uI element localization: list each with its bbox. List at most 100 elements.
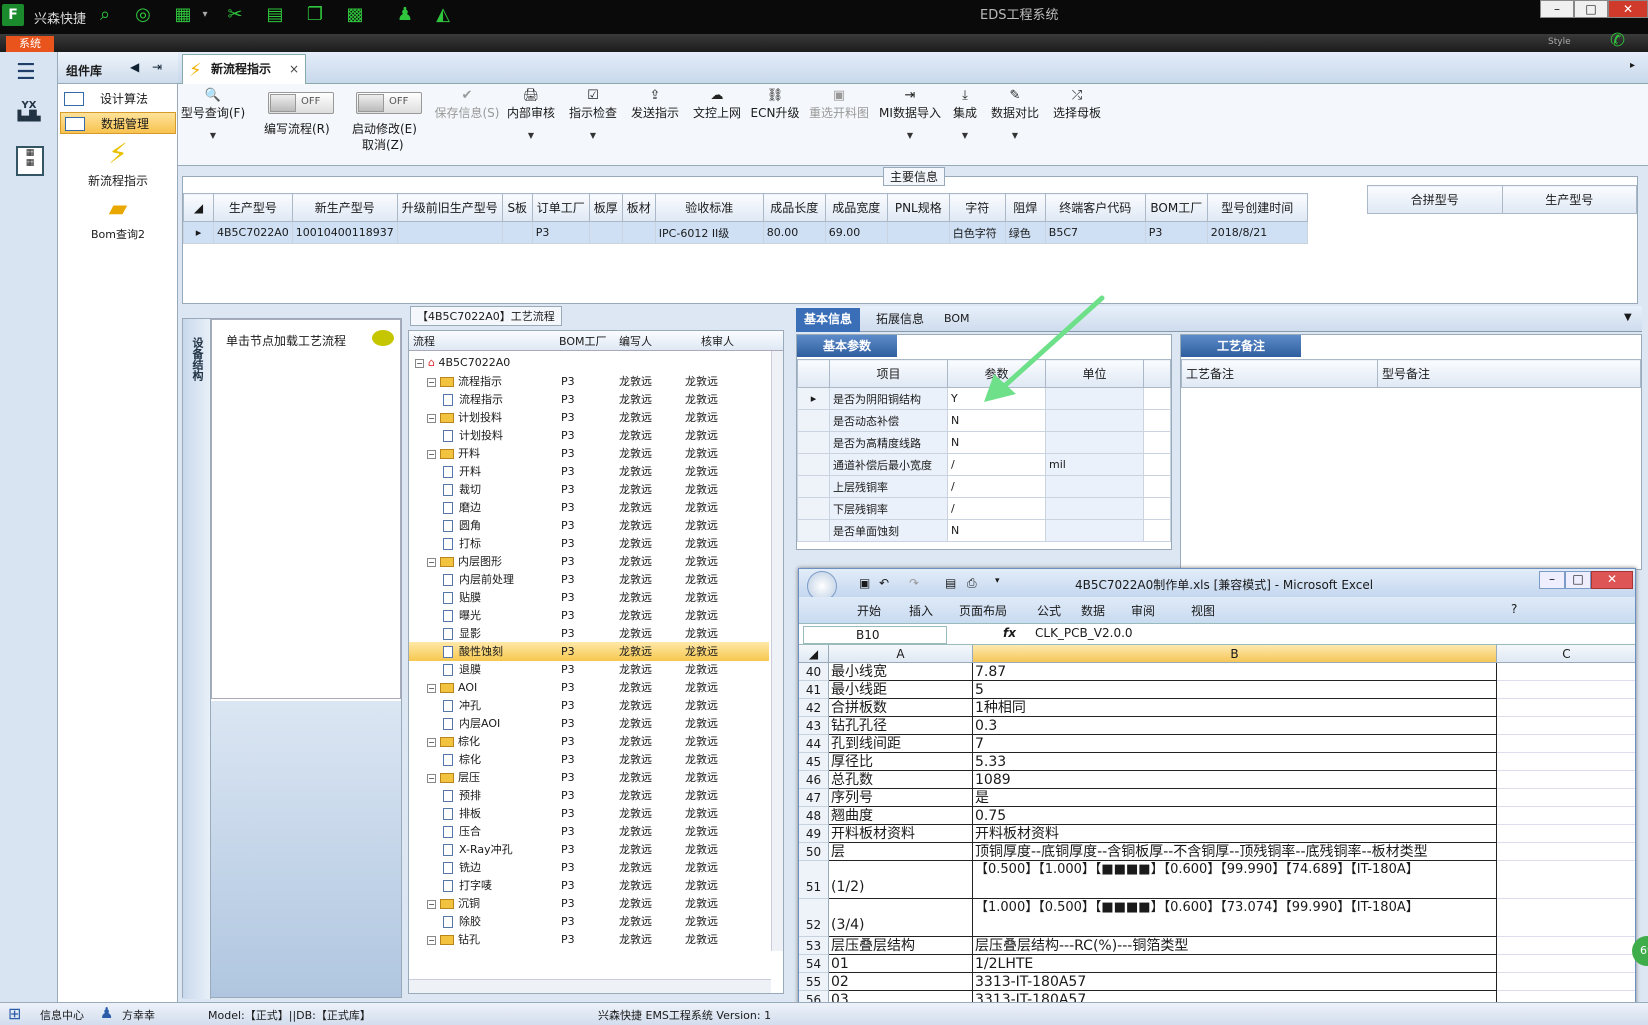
help-icon[interactable]: ?	[1511, 602, 1517, 616]
cell-a[interactable]: 01	[829, 955, 973, 973]
tree-node[interactable]: 排板 P3 龙敦远 龙敦远	[409, 804, 769, 823]
cell-b[interactable]: 层压叠层结构---RC(%)---铜箔类型	[973, 937, 1497, 955]
table-row[interactable]: 通道补偿后最小宽度 / mil	[797, 453, 1171, 476]
tree-node[interactable]: 贴膜 P3 龙敦远 龙敦远	[409, 588, 769, 607]
minimize-button[interactable]: –	[1540, 0, 1574, 18]
cell-a[interactable]: 最小线距	[829, 681, 973, 699]
main-cell[interactable]: 4B5C7022A0	[213, 221, 293, 244]
collapse-icon[interactable]: −	[427, 683, 436, 693]
cancel-button[interactable]: 取消(Z)	[362, 136, 404, 153]
row-number[interactable]: 46	[799, 771, 829, 789]
globe-icon[interactable]: ◎	[132, 4, 154, 26]
main-cell[interactable]: 10010400118937	[291, 221, 398, 244]
main-col-header[interactable]: 字符	[948, 193, 1006, 222]
maximize-button[interactable]: □	[1574, 0, 1608, 18]
main-cell[interactable]	[501, 221, 533, 244]
windows-icon[interactable]: ⊞	[8, 1004, 21, 1023]
row-number[interactable]: 54	[799, 955, 829, 973]
cell-a[interactable]: 最小线宽	[829, 663, 973, 681]
tree-node[interactable]: 计划投料 P3 龙敦远 龙敦远	[409, 426, 769, 445]
excel-minimize-button[interactable]: –	[1539, 571, 1565, 589]
cell-b[interactable]: 是	[973, 789, 1497, 807]
ecn-upgrade-button[interactable]: ⛓ ECN升级	[750, 88, 800, 121]
row-indicator[interactable]	[797, 453, 830, 476]
col-header-c[interactable]: C	[1497, 645, 1635, 663]
tree-node[interactable]: 开料 P3 龙敦远 龙敦远	[409, 462, 769, 481]
grid-icon[interactable]: ▩	[344, 4, 366, 26]
table-row[interactable]: 上层残铜率 /	[797, 475, 1171, 498]
row-number[interactable]: 50	[799, 843, 829, 861]
doc-control-upload-button[interactable]: ☁ 文控上网	[690, 88, 744, 121]
cell-b[interactable]: 5	[973, 681, 1497, 699]
table-row[interactable]: 是否动态补偿 N	[797, 409, 1171, 432]
tree-node[interactable]: − AOI P3 龙敦远 龙敦远	[409, 678, 769, 697]
collapse-icon[interactable]: −	[427, 377, 436, 387]
cell-c[interactable]	[1497, 825, 1635, 843]
phone-icon[interactable]: ✆	[1610, 30, 1625, 51]
excel-menu-tab[interactable]: 公式	[1037, 602, 1061, 619]
cell-b[interactable]: 1089	[973, 771, 1497, 789]
row-number[interactable]: 42	[799, 699, 829, 717]
main-cell[interactable]: IPC-6012 II级	[654, 221, 764, 244]
param-col-item[interactable]: 项目	[829, 359, 948, 388]
main-col-header[interactable]: 验收标准	[654, 193, 764, 222]
tree-node[interactable]: 流程指示 P3 龙敦远 龙敦远	[409, 390, 769, 409]
cell-c[interactable]	[1497, 807, 1635, 825]
send-instruction-button[interactable]: ⇪ 发送指示	[628, 88, 682, 121]
tree-node[interactable]: 铣边 P3 龙敦远 龙敦远	[409, 858, 769, 877]
excel-menu-tab[interactable]: 开始	[857, 602, 881, 619]
collapse-icon[interactable]: −	[427, 413, 436, 423]
main-col-header[interactable]: 升级前旧生产型号	[396, 193, 503, 222]
print-preview-icon[interactable]: ▤	[945, 576, 956, 590]
cell-a[interactable]: 孔到线间距	[829, 735, 973, 753]
excel-menu-tab[interactable]: 插入	[909, 602, 933, 619]
tree-node[interactable]: 冲孔 P3 龙敦远 龙敦远	[409, 696, 769, 715]
cell-c[interactable]	[1497, 843, 1635, 861]
cell-a[interactable]: 层	[829, 843, 973, 861]
row-indicator[interactable]	[797, 497, 830, 520]
row-indicator[interactable]	[797, 431, 830, 454]
main-cell[interactable]: 69.00	[824, 221, 888, 244]
row-number[interactable]: 43	[799, 717, 829, 735]
select-motherboard-button[interactable]: ⤮ 选择母板	[1050, 88, 1104, 121]
param-value[interactable]: /	[947, 497, 1046, 520]
undo-icon[interactable]: ↶	[879, 576, 889, 590]
scissors-icon[interactable]: ✂	[224, 4, 246, 26]
reselect-cutting-chart-button[interactable]: ▣ 重选开料图	[806, 88, 872, 121]
tree-node[interactable]: − 棕化 P3 龙敦远 龙敦远	[409, 732, 769, 751]
dropdown-arrow-icon[interactable]: ▼	[988, 131, 1042, 140]
tree-node[interactable]: − 沉铜 P3 龙敦远 龙敦远	[409, 894, 769, 913]
main-col-header[interactable]: 终端客户代码	[1044, 193, 1146, 222]
tree-node[interactable]: − 流程指示 P3 龙敦远 龙敦远	[409, 372, 769, 391]
cell-c[interactable]	[1497, 937, 1635, 955]
cell-c[interactable]	[1497, 789, 1635, 807]
user-icon[interactable]: ♟	[394, 4, 416, 26]
row-number[interactable]: 55	[799, 973, 829, 991]
cell-c[interactable]	[1497, 699, 1635, 717]
tree-node[interactable]: 裁切 P3 龙敦远 龙敦远	[409, 480, 769, 499]
row-indicator[interactable]: ▸	[797, 387, 830, 410]
cell-b[interactable]: 3313-IT-180A57	[973, 973, 1497, 991]
row-number[interactable]: 53	[799, 937, 829, 955]
main-col-header[interactable]: 订单工厂	[531, 193, 590, 222]
cell-c[interactable]	[1497, 973, 1635, 991]
param-value[interactable]: /	[947, 453, 1046, 476]
tabs-dropdown-icon[interactable]: ▼	[1624, 312, 1632, 323]
library-item-data-management[interactable]: 数据管理	[60, 112, 176, 134]
cell-c[interactable]	[1497, 899, 1635, 937]
cell-a[interactable]: 总孔数	[829, 771, 973, 789]
row-number[interactable]: 47	[799, 789, 829, 807]
internal-review-button[interactable]: 🖨 内部审核 ▼	[504, 88, 558, 140]
side-col-header[interactable]: 生产型号	[1501, 185, 1637, 214]
tree-node[interactable]: X-Ray冲孔 P3 龙敦远 龙敦远	[409, 840, 769, 859]
collapse-icon[interactable]: −	[415, 358, 424, 368]
cell-a[interactable]: 开料板材资料	[829, 825, 973, 843]
tree-node[interactable]: 显影 P3 龙敦远 龙敦远	[409, 624, 769, 643]
cell-b[interactable]: 1种相同	[973, 699, 1497, 717]
formula-input[interactable]: CLK_PCB_V2.0.0	[1035, 626, 1133, 640]
side-col-header[interactable]: 合拼型号	[1367, 185, 1503, 214]
cell-a[interactable]: 翘曲度	[829, 807, 973, 825]
cell-a[interactable]: 厚径比	[829, 753, 973, 771]
cell-b[interactable]: 7.87	[973, 663, 1497, 681]
tree-node[interactable]: 内层前处理 P3 龙敦远 龙敦远	[409, 570, 769, 589]
